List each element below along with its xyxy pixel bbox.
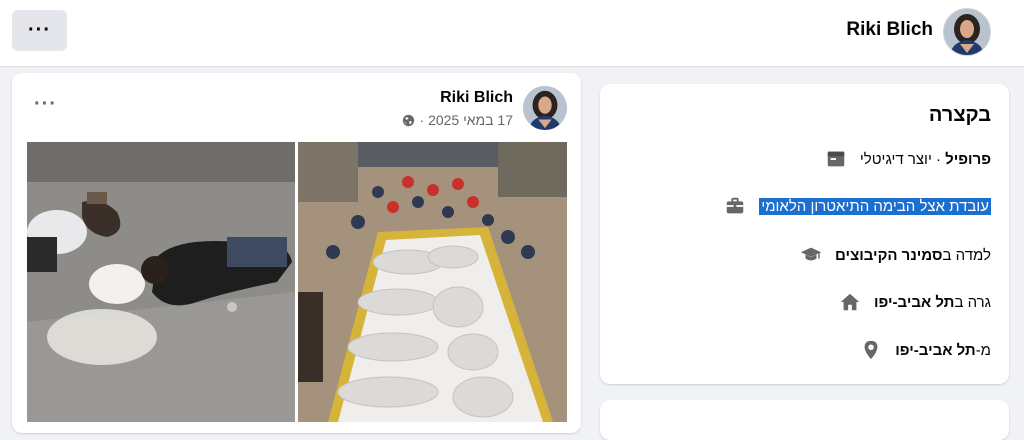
intro-row-work: עובדת אצל הבימה התיאטרון הלאומי xyxy=(723,193,991,219)
intro-profile-category: · יוצר דיגיטלי xyxy=(859,150,946,168)
post-photo-left[interactable] xyxy=(27,142,295,422)
intro-row-lives: גרה בתל אביב-יפו xyxy=(838,289,991,315)
home-icon xyxy=(838,290,862,314)
intro-from-prefix: מ- xyxy=(975,341,991,359)
profile-avatar[interactable] xyxy=(943,8,991,56)
avatar-image xyxy=(944,9,990,55)
intro-education-prefix: למדה ב xyxy=(942,246,991,264)
intro-work-text[interactable]: עובדת אצל הבימה התיאטרון הלאומי xyxy=(759,197,991,215)
location-pin-icon xyxy=(859,338,883,362)
avatar-image xyxy=(523,86,567,130)
intro-lives-prefix: גרה ב xyxy=(954,293,991,311)
post-author-avatar[interactable] xyxy=(523,86,567,130)
intro-education-text: למדה בסמינר הקיבוצים xyxy=(835,247,991,264)
intro-profile-bold: פרופיל xyxy=(945,150,991,168)
intro-card: בקצרה פרופיל · יוצר דיגיטלי עובדת אצל הב… xyxy=(600,84,1009,384)
intro-profile-text: פרופיל · יוצר דיגיטלי xyxy=(860,151,991,168)
more-options-button[interactable]: ··· xyxy=(12,10,67,51)
graduation-cap-icon xyxy=(799,243,823,267)
crowd-truck-image xyxy=(298,142,567,422)
profile-header-bar: ··· Riki Blich xyxy=(0,0,1024,67)
next-card xyxy=(600,400,1009,440)
street-scene-image xyxy=(27,142,295,422)
intro-lives-text: גרה בתל אביב-יפו xyxy=(874,294,991,311)
intro-from-text: מ-תל אביב-יפו xyxy=(895,342,991,359)
post-photo-right[interactable] xyxy=(298,142,567,422)
meta-separator: · xyxy=(419,112,425,128)
post-meta: 17 במאי 2025 · xyxy=(402,112,513,128)
flag-icon xyxy=(824,147,848,171)
post-author-name[interactable]: Riki Blich xyxy=(440,89,513,107)
intro-education-school[interactable]: סמינר הקיבוצים xyxy=(835,247,942,264)
intro-from-city[interactable]: תל אביב-יפו xyxy=(895,342,975,359)
profile-name[interactable]: Riki Blich xyxy=(846,19,933,41)
post-date[interactable]: 17 במאי 2025 xyxy=(428,112,513,128)
post-card: ··· Riki Blich 17 במאי 2025 · xyxy=(12,73,581,433)
globe-icon xyxy=(403,114,415,126)
briefcase-icon xyxy=(723,194,747,218)
intro-row-profile: פרופיל · יוצר דיגיטלי xyxy=(824,146,991,172)
intro-row-from: מ-תל אביב-יפו xyxy=(859,337,991,363)
intro-title: בקצרה xyxy=(928,104,991,126)
post-options-button[interactable]: ··· xyxy=(34,93,57,116)
intro-lives-city[interactable]: תל אביב-יפו xyxy=(874,294,954,311)
intro-row-education: למדה בסמינר הקיבוצים xyxy=(799,242,991,268)
